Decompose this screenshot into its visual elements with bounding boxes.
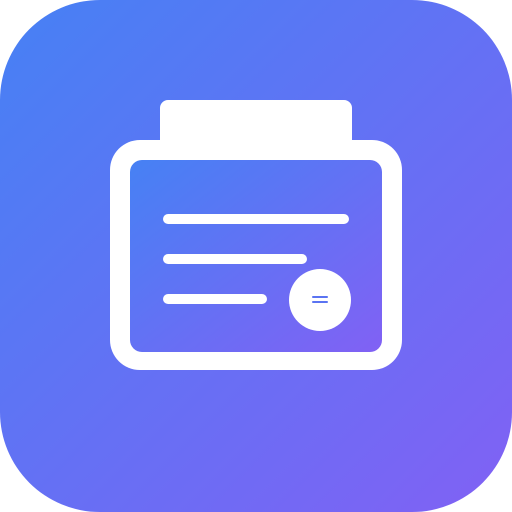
document-tray-icon bbox=[110, 100, 402, 370]
equals-badge-icon bbox=[289, 269, 351, 331]
badge-circle bbox=[289, 269, 351, 331]
app-icon-canvas bbox=[0, 0, 512, 512]
app-icon[interactable] bbox=[0, 0, 512, 512]
